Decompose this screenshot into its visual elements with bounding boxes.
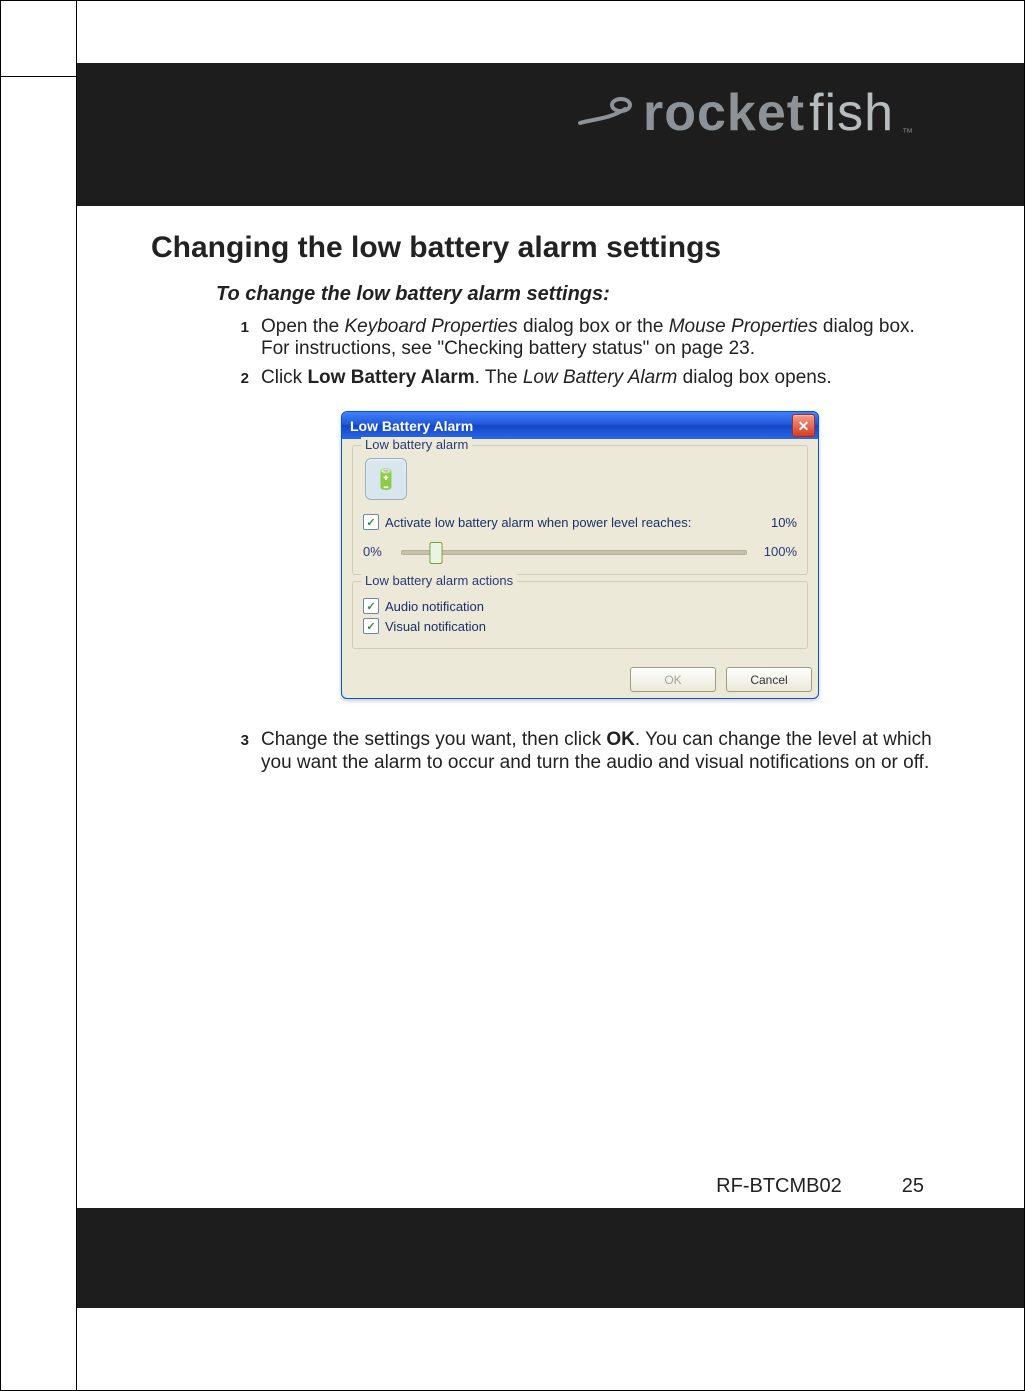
visual-notification-checkbox[interactable]: ✓ [363,618,379,634]
step-number: 1 [231,316,249,361]
footer-model: RF-BTCMB02 [716,1175,842,1198]
step-text: dialog box or the [518,316,669,337]
content-area: Changing the low battery alarm settings … [151,231,934,780]
threshold-slider[interactable] [401,542,747,560]
visual-notification-label: Visual notification [385,619,486,634]
ok-button-label: OK [664,673,681,687]
step-item: 3 Change the settings you want, then cli… [231,729,934,774]
close-icon[interactable]: ✕ [792,414,815,437]
step-bold: OK [606,729,635,750]
dialog-title: Low Battery Alarm [350,418,473,434]
cancel-button-label: Cancel [750,673,787,687]
step-italic: Mouse Properties [669,316,818,337]
step-body: Click Low Battery Alarm. The Low Battery… [261,367,832,389]
low-battery-alarm-dialog: Low Battery Alarm ✕ Low battery alarm 🔋 … [341,411,819,699]
step-text: Change the settings you want, then click [261,729,606,750]
groupbox-legend: Low battery alarm actions [361,573,517,588]
step-bold: Low Battery Alarm [307,367,474,388]
brand-name-light: fish [809,83,894,143]
step-number: 3 [231,729,249,774]
groupbox-legend: Low battery alarm [361,437,472,452]
dialog-screenshot: Low Battery Alarm ✕ Low battery alarm 🔋 … [341,411,819,699]
group-alarm-actions: Low battery alarm actions ✓ Audio notifi… [352,581,808,649]
step-number: 2 [231,367,249,389]
step-text: . The [475,367,523,388]
cancel-button[interactable]: Cancel [726,667,812,692]
page-vertical-rule [76,1,77,1390]
brand-name-bold: rocket [643,83,805,143]
header-band: rocketfish ™ [77,63,1024,206]
audio-notification-label: Audio notification [385,599,484,614]
slider-thumb[interactable] [429,542,442,564]
footer-text: RF-BTCMB02 25 [716,1175,924,1198]
step-item: 2 Click Low Battery Alarm. The Low Batte… [231,367,934,389]
activate-alarm-label: Activate low battery alarm when power le… [385,515,691,530]
step-body: Open the Keyboard Properties dialog box … [261,316,934,361]
step-text: Open the [261,316,344,337]
brand-trademark: ™ [902,127,914,139]
threshold-value: 10% [771,515,797,530]
battery-icon: 🔋 [365,458,407,500]
footer-band [77,1208,1024,1308]
step-italic: Keyboard Properties [344,316,517,337]
step-text: Click [261,367,307,388]
section-title: Changing the low battery alarm settings [151,231,934,265]
slider-min-label: 0% [363,544,391,559]
step-item: 1 Open the Keyboard Properties dialog bo… [231,316,934,361]
slider-max-label: 100% [757,544,797,559]
slider-track [401,550,747,555]
dialog-titlebar[interactable]: Low Battery Alarm ✕ [342,412,818,439]
audio-notification-checkbox[interactable]: ✓ [363,598,379,614]
activate-alarm-checkbox[interactable]: ✓ [363,514,379,530]
section-subtitle: To change the low battery alarm settings… [216,283,934,306]
group-low-battery-alarm: Low battery alarm 🔋 ✓ Activate low batte… [352,445,808,575]
step-italic: Low Battery Alarm [523,367,678,388]
step-body: Change the settings you want, then click… [261,729,934,774]
ok-button[interactable]: OK [630,667,716,692]
brand-logo: rocketfish ™ [575,83,914,143]
step-text: dialog box opens. [677,367,831,388]
page-number: 25 [902,1175,924,1198]
logo-swoosh-icon [575,75,635,135]
